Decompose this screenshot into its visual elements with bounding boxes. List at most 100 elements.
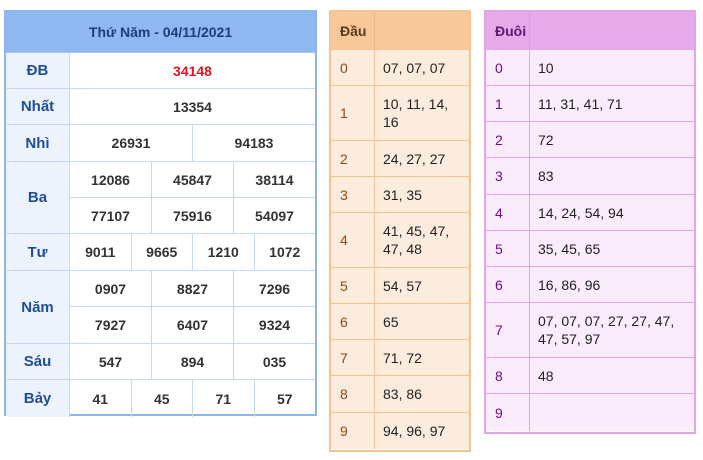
dau-row: 2 24, 27, 27 bbox=[331, 140, 469, 176]
dau-numbers: 83, 86 bbox=[383, 386, 422, 402]
duoi-header-values bbox=[530, 12, 539, 49]
prize-number: 94183 bbox=[234, 135, 274, 151]
dau-numbers: 71, 72 bbox=[383, 349, 422, 366]
dau-row: 9 94, 96, 97 bbox=[331, 412, 469, 449]
prize-values-first: 13354 bbox=[70, 89, 315, 125]
duoi-numbers: 14, 24, 54, 94 bbox=[538, 204, 624, 221]
dau-digit: 7 bbox=[331, 340, 375, 375]
duoi-digit: 7 bbox=[486, 303, 530, 357]
prize-number: 1210 bbox=[193, 234, 255, 270]
prize-label-fifth: Năm bbox=[6, 271, 70, 344]
prize-values-second: 26931 94183 bbox=[70, 125, 315, 162]
dau-numbers: 65 bbox=[383, 313, 399, 330]
dau-digit: 2 bbox=[331, 141, 375, 176]
duoi-numbers bbox=[530, 394, 694, 431]
lottery-results-table: Thứ Năm - 04/11/2021 ĐB 34148 Nhất 13354 Nhì… bbox=[4, 10, 317, 417]
prize-number: 38114 bbox=[255, 171, 294, 188]
prize-number: 75916 bbox=[152, 198, 234, 233]
prize-number: 34148 bbox=[173, 62, 212, 79]
prize-number: 0907 bbox=[70, 271, 152, 306]
duoi-row: 3 83 bbox=[486, 157, 694, 194]
dau-row: 4 41, 45, 47, 47, 48 bbox=[331, 212, 469, 267]
dau-row: 6 65 bbox=[331, 303, 469, 339]
duoi-numbers: 16, 86, 96 bbox=[538, 276, 601, 293]
prize-number: 12086 bbox=[70, 162, 152, 197]
duoi-row: 4 14, 24, 54, 94 bbox=[486, 194, 694, 230]
dau-row: 7 71, 72 bbox=[331, 339, 469, 375]
prize-number: 7927 bbox=[70, 307, 152, 343]
duoi-rows: 0 10 1 11, 31, 41, 71 2 72 3 83 4 14, 24, 54, 94 5… bbox=[486, 49, 694, 431]
prize-number: 9665 bbox=[132, 234, 193, 270]
dau-header-key: Đầu bbox=[331, 12, 375, 49]
duoi-numbers: 10 bbox=[538, 59, 554, 76]
duoi-digit: 0 bbox=[486, 50, 530, 85]
prize-number: 71 bbox=[193, 380, 255, 417]
dau-digit: 5 bbox=[331, 268, 375, 303]
prize-number: 9011 bbox=[70, 234, 132, 270]
prize-number: 45 bbox=[132, 380, 193, 417]
dau-header-values bbox=[375, 12, 384, 49]
duoi-row: 8 48 bbox=[486, 357, 694, 393]
prize-values-sixth: 547 894 035 bbox=[70, 344, 315, 380]
prize-number: 894 bbox=[152, 344, 234, 379]
dau-digit: 6 bbox=[331, 304, 375, 339]
prize-number: 57 bbox=[276, 390, 293, 407]
duoi-digit: 3 bbox=[486, 158, 530, 194]
duoi-digit: 2 bbox=[486, 122, 530, 157]
dau-rows: 0 07, 07, 07 1 10, 11, 14, 16 2 24, 27, 27 3 31… bbox=[331, 49, 469, 449]
duoi-numbers: 48 bbox=[538, 367, 554, 384]
duoi-row: 5 35, 45, 65 bbox=[486, 230, 694, 266]
prize-number: 547 bbox=[70, 344, 152, 379]
duoi-numbers: 35, 45, 65 bbox=[538, 240, 601, 257]
prize-label-sixth: Sáu bbox=[6, 344, 70, 380]
dau-numbers: 24, 27, 27 bbox=[383, 150, 446, 167]
prize-number: 41 bbox=[70, 380, 132, 417]
dau-digit: 8 bbox=[331, 376, 375, 412]
prize-number: 035 bbox=[262, 353, 287, 370]
prize-label-third: Ba bbox=[6, 162, 70, 234]
prize-number: 54097 bbox=[255, 207, 294, 224]
dau-table: Đầu 0 07, 07, 07 1 10, 11, 14, 16 2 24, 27, 2… bbox=[329, 10, 471, 452]
duoi-row: 6 16, 86, 96 bbox=[486, 266, 694, 302]
duoi-numbers: 07, 07, 07, 27, 27, 47, 47, 57, 97 bbox=[538, 313, 675, 347]
duoi-row: 7 07, 07, 07, 27, 27, 47, 47, 57, 97 bbox=[486, 302, 694, 357]
duoi-digit: 8 bbox=[486, 358, 530, 393]
prize-number: 13354 bbox=[173, 98, 212, 115]
duoi-digit: 4 bbox=[486, 195, 530, 230]
duoi-digit: 5 bbox=[486, 231, 530, 266]
dau-digit: 0 bbox=[331, 50, 375, 85]
dau-header: Đầu bbox=[331, 12, 469, 49]
duoi-digit: 9 bbox=[486, 394, 530, 431]
prize-number: 26931 bbox=[70, 125, 193, 161]
duoi-digit: 1 bbox=[486, 86, 530, 121]
dau-row: 1 10, 11, 14, 16 bbox=[331, 85, 469, 140]
prize-values-third: 12086 45847 38114 bbox=[70, 162, 315, 198]
prize-label-first: Nhất bbox=[6, 89, 70, 125]
prize-values-third: 77107 75916 54097 bbox=[70, 198, 315, 234]
duoi-row: 0 10 bbox=[486, 49, 694, 85]
prize-values-fifth: 0907 8827 7296 bbox=[70, 271, 315, 307]
dau-numbers: 07, 07, 07 bbox=[383, 59, 446, 76]
prize-number: 7296 bbox=[258, 280, 291, 297]
results-date-header: Thứ Năm - 04/11/2021 bbox=[6, 12, 315, 53]
dau-row: 0 07, 07, 07 bbox=[331, 49, 469, 85]
duoi-table: Đuôi 0 10 1 11, 31, 41, 71 2 72 3 83 4 14, 24, 54… bbox=[484, 10, 696, 434]
prize-number: 9324 bbox=[258, 317, 291, 333]
prize-label-second: Nhì bbox=[6, 125, 70, 162]
prize-values-special: 34148 bbox=[70, 53, 315, 89]
duoi-row: 1 11, 31, 41, 71 bbox=[486, 85, 694, 121]
prize-rows: ĐB 34148 Nhất 13354 Nhì 26931 94183 Ba 12086 4584… bbox=[6, 53, 315, 417]
dau-numbers: 41, 45, 47, 47, 48 bbox=[383, 223, 450, 257]
dau-row: 3 31, 35 bbox=[331, 176, 469, 212]
prize-label-special: ĐB bbox=[6, 53, 70, 89]
duoi-row: 9 bbox=[486, 393, 694, 431]
duoi-header-key: Đuôi bbox=[486, 12, 530, 49]
prize-values-seventh: 41 45 71 57 bbox=[70, 380, 315, 417]
prize-number: 1072 bbox=[269, 244, 301, 260]
duoi-numbers: 72 bbox=[538, 131, 554, 148]
prize-number: 45847 bbox=[152, 162, 234, 197]
duoi-digit: 6 bbox=[486, 267, 530, 302]
dau-digit: 3 bbox=[331, 177, 375, 212]
duoi-numbers: 83 bbox=[538, 168, 554, 184]
duoi-numbers: 11, 31, 41, 71 bbox=[538, 95, 623, 112]
